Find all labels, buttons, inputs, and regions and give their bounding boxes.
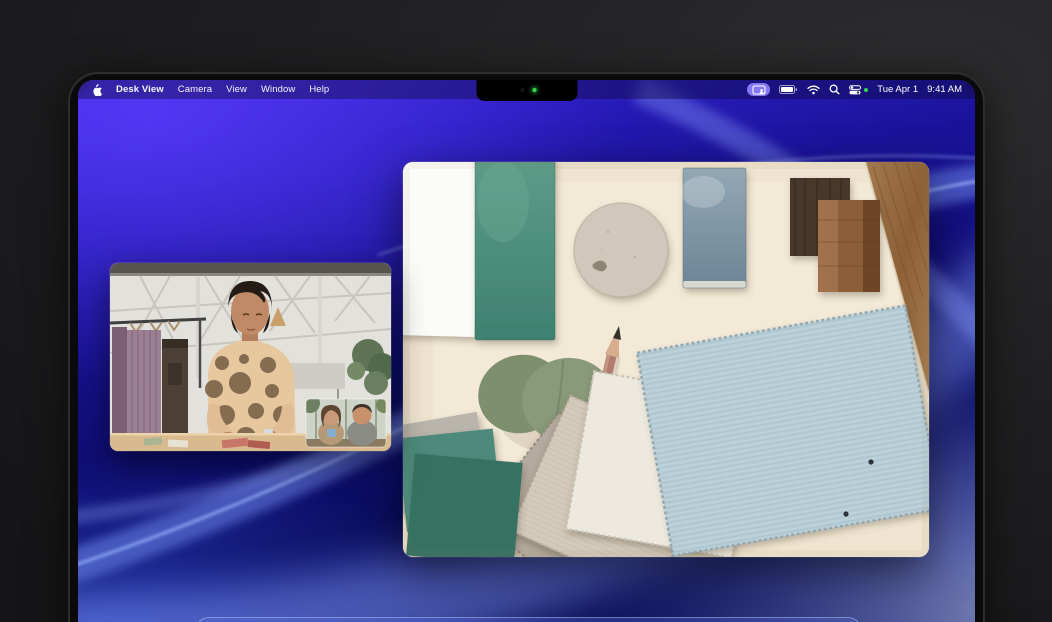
notch-camera-lens — [520, 88, 524, 92]
wifi-icon[interactable] — [807, 85, 820, 95]
menu-item-desk-view[interactable]: Desk View — [116, 84, 164, 95]
screenshot-canvas: Desk View Camera View Window Help — [0, 0, 1052, 622]
desk-view-scene — [403, 162, 929, 557]
apple-menu[interactable] — [91, 83, 102, 96]
video-call-window[interactable] — [110, 263, 391, 451]
felt-disc — [574, 203, 668, 297]
macbook-screen: Desk View Camera View Window Help — [78, 80, 975, 622]
apple-icon — [91, 83, 102, 96]
cabinet — [162, 339, 188, 445]
menu-item-camera[interactable]: Camera — [178, 84, 212, 95]
menu-item-window[interactable]: Window — [261, 84, 295, 95]
video-indicator-button[interactable] — [747, 83, 770, 96]
camera-notch — [476, 80, 577, 101]
bluegray-tile — [681, 168, 746, 288]
wood-veneer-mid — [818, 200, 880, 292]
menu-item-view[interactable]: View — [226, 84, 247, 95]
spotlight-icon[interactable] — [829, 84, 840, 95]
notch-camera-indicator — [532, 88, 536, 92]
menubar-clock[interactable]: 9:41 AM — [927, 84, 962, 95]
menu-item-help[interactable]: Help — [309, 84, 329, 95]
menu-bar-status: Tue Apr 1 9:41 AM — [747, 83, 962, 96]
video-call-scene — [110, 263, 391, 451]
fabric-dot — [843, 511, 848, 516]
pip-participants[interactable] — [300, 393, 391, 447]
video-indicator-icon — [752, 85, 766, 95]
macbook-bezel: Desk View Camera View Window Help — [68, 72, 985, 622]
camera-active-dot — [864, 88, 868, 92]
menubar-date[interactable]: Tue Apr 1 — [877, 84, 918, 95]
teal-tile — [475, 162, 555, 340]
teal-square-tile-dark — [406, 454, 522, 557]
battery-icon[interactable] — [779, 85, 798, 94]
menu-items: Desk View Camera View Window Help — [91, 83, 329, 96]
fabric-dot — [868, 459, 873, 464]
white-paper — [403, 162, 479, 337]
desk-view-window[interactable] — [403, 162, 929, 557]
control-center-button[interactable] — [849, 85, 868, 95]
bottom-window-edge[interactable] — [195, 617, 862, 622]
control-center-icon — [849, 85, 861, 95]
